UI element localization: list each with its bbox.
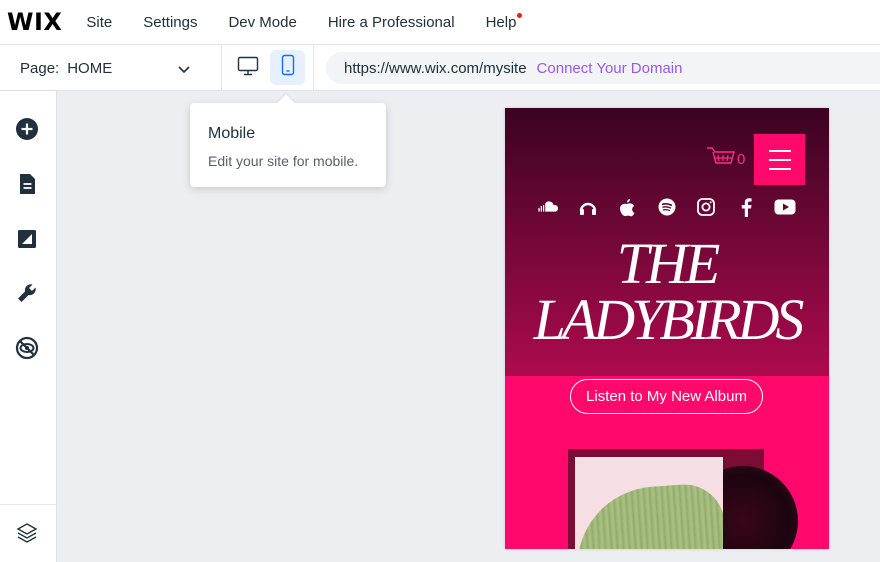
cart-count: 0	[737, 151, 746, 168]
menu-dev-mode[interactable]: Dev Mode	[228, 14, 296, 31]
listen-album-button[interactable]: Listen to My New Album	[570, 379, 763, 414]
pages-button[interactable]	[14, 173, 40, 199]
album-artwork	[568, 449, 798, 549]
cart-button[interactable]: 0	[706, 146, 745, 173]
soundcloud-icon[interactable]	[537, 196, 559, 218]
mobile-site-preview[interactable]: 0 THE LADYBIRDS Listen to My New Album	[505, 108, 829, 549]
page-selector-label: Page:	[20, 59, 60, 77]
menu-help[interactable]: Help	[485, 12, 523, 31]
facebook-icon[interactable]	[735, 196, 757, 218]
mobile-icon	[281, 54, 295, 81]
sidebar-divider	[0, 504, 57, 505]
mobile-view-tooltip: Mobile Edit your site for mobile.	[190, 103, 386, 187]
menu-line	[768, 149, 791, 152]
album-cover-image	[575, 457, 723, 549]
youtube-icon[interactable]	[774, 196, 796, 218]
mobile-view-button[interactable]	[270, 50, 305, 85]
add-elements-button[interactable]	[14, 117, 40, 146]
tooltip-title: Mobile	[208, 125, 256, 142]
current-page-name: HOME	[67, 59, 113, 77]
wrench-icon	[16, 282, 38, 309]
pages-icon	[17, 173, 37, 200]
notification-dot	[517, 12, 523, 18]
site-url: https://www.wix.com/mysite	[344, 59, 527, 77]
menu-site[interactable]: Site	[86, 14, 112, 31]
design-icon	[17, 229, 37, 254]
spotify-icon[interactable]	[656, 196, 678, 218]
podcast-icon[interactable]	[577, 196, 599, 218]
page-toolbar: Page: HOME https://www.wix.com/mysite Co…	[0, 45, 880, 91]
wix-logo[interactable]: WIX	[7, 8, 62, 36]
hidden-elements-button[interactable]	[14, 336, 40, 365]
leaf-image	[575, 481, 723, 549]
device-switcher	[222, 45, 314, 91]
menu-settings[interactable]: Settings	[143, 14, 197, 31]
layers-button[interactable]	[14, 522, 40, 548]
basket-icon	[706, 146, 736, 173]
social-bar	[535, 196, 805, 218]
menu-line	[768, 167, 791, 170]
band-title-line-2: LADYBIRDS	[533, 287, 805, 352]
menu-line	[768, 158, 791, 161]
menu-help-label: Help	[485, 13, 517, 31]
left-sidebar	[0, 91, 57, 562]
hidden-eye-icon	[15, 336, 39, 365]
design-button[interactable]	[14, 228, 40, 254]
top-menu-bar: WIX Site Settings Dev Mode Hire a Profes…	[0, 0, 880, 45]
instagram-icon[interactable]	[695, 196, 717, 218]
desktop-icon	[237, 56, 259, 81]
desktop-view-button[interactable]	[235, 54, 261, 82]
layers-icon	[16, 522, 38, 549]
apple-icon[interactable]	[616, 196, 638, 218]
site-url-bar: https://www.wix.com/mysite Connect Your …	[326, 52, 880, 84]
chevron-down-icon	[177, 62, 191, 79]
page-selector-dropdown[interactable]: Page: HOME	[0, 45, 222, 91]
tooltip-description: Edit your site for mobile.	[208, 153, 359, 169]
hamburger-menu-button[interactable]	[754, 134, 805, 185]
add-icon	[15, 117, 39, 146]
menu-hire-professional[interactable]: Hire a Professional	[328, 14, 455, 31]
connect-domain-link[interactable]: Connect Your Domain	[537, 60, 683, 77]
tools-button[interactable]	[14, 282, 40, 308]
